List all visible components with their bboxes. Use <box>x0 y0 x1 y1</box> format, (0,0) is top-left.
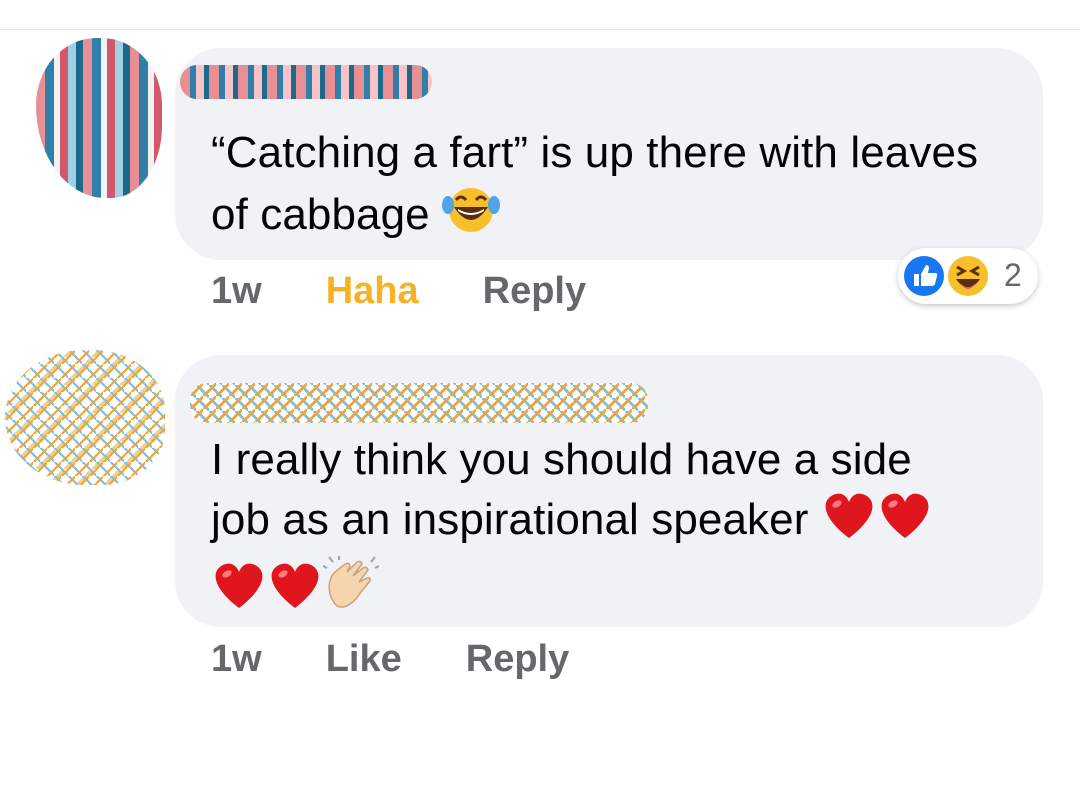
comment-actions: 1w Haha Reply <box>211 270 586 313</box>
redacted-commenter-name[interactable] <box>190 383 648 423</box>
red-heart-emoji <box>267 560 323 626</box>
red-heart-emoji <box>211 560 267 626</box>
comment-actions: 1w Like Reply <box>211 638 569 681</box>
reply-button[interactable]: Reply <box>466 638 569 681</box>
reply-button[interactable]: Reply <box>483 270 586 313</box>
comment-timestamp[interactable]: 1w <box>211 638 262 681</box>
avatar[interactable] <box>36 38 162 198</box>
reaction-button[interactable]: Haha <box>326 270 419 313</box>
reaction-count: 2 <box>1004 257 1022 293</box>
reactions-summary[interactable]: 2 <box>898 248 1038 304</box>
comment-text: I really think you should have a side jo… <box>211 430 1011 626</box>
comment-body-line: I really think you should have a side <box>211 435 912 484</box>
comment-text: “Catching a fart” is up there with leave… <box>211 123 1021 251</box>
avatar[interactable] <box>5 350 165 485</box>
redacted-commenter-name[interactable] <box>180 65 432 99</box>
like-icon <box>902 254 946 303</box>
top-divider <box>0 29 1080 30</box>
haha-icon <box>946 254 990 303</box>
comment-body-line: job as an inspirational speaker <box>211 495 809 544</box>
comment-body: “Catching a fart” is up there with leave… <box>211 128 979 239</box>
laughing-tears-emoji <box>442 183 501 251</box>
clapping-hands-emoji <box>322 556 380 626</box>
like-button[interactable]: Like <box>326 638 402 681</box>
comment-timestamp[interactable]: 1w <box>211 270 262 313</box>
red-heart-emoji <box>821 490 877 556</box>
red-heart-emoji <box>877 490 933 556</box>
